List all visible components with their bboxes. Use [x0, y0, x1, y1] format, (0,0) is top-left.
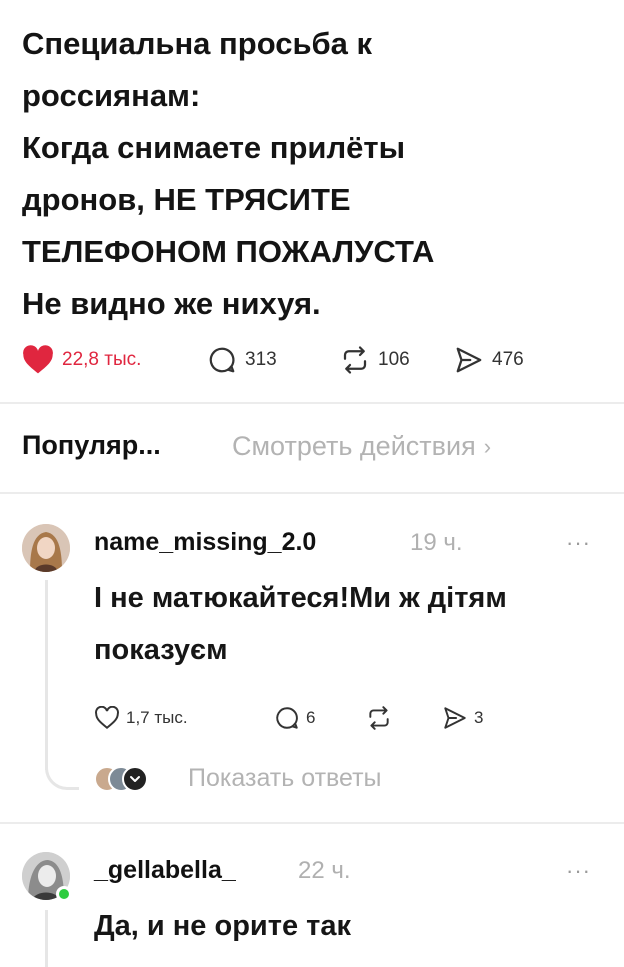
user-photo-icon [22, 524, 70, 572]
share-count: 3 [474, 708, 484, 727]
like-button[interactable]: 1,7 тыс. [94, 702, 188, 734]
more-options-icon[interactable]: ··· [566, 858, 591, 884]
post-line: Не видно же нихуя. [22, 286, 321, 321]
avatar[interactable] [22, 524, 70, 572]
post-actions: 22,8 тыс. 313 106 476 [22, 342, 612, 378]
comment-line: показуєм [94, 634, 228, 666]
show-replies-link[interactable]: Показать ответы [188, 764, 382, 793]
username[interactable]: _gellabella_ [94, 856, 236, 885]
divider [0, 822, 624, 824]
chevron-right-icon: › [483, 433, 492, 459]
comment-line: І не матюкайтеся!Ми ж дітям [94, 582, 507, 614]
send-icon [444, 707, 466, 729]
post-line: ТЕЛЕФОНОМ ПОЖАЛУСТА [22, 234, 435, 269]
thread-line [45, 910, 48, 967]
heart-outline-icon [95, 706, 119, 729]
repost-button[interactable]: 106 [340, 342, 410, 378]
share-count: 476 [492, 349, 524, 370]
like-count: 22,8 тыс. [62, 349, 142, 370]
comment-bubble-icon [209, 347, 235, 373]
comment-text: Да, и не орите так [94, 900, 351, 952]
sort-dropdown[interactable]: Популяр... [22, 430, 161, 461]
post-line: Когда снимаете прилёты [22, 130, 406, 165]
reply-avatars[interactable] [94, 766, 158, 794]
repost-icon [369, 706, 389, 730]
comment-button[interactable]: 313 [207, 342, 277, 378]
post-line: россиянам: [22, 78, 201, 113]
see-actions-link[interactable]: Смотреть действия › [232, 431, 491, 462]
reply-button[interactable]: 6 [274, 702, 315, 734]
repost-count: 106 [378, 349, 410, 370]
comment-line: Да, и не орите так [94, 910, 351, 942]
share-button[interactable]: 476 [454, 342, 524, 378]
share-button[interactable]: 3 [442, 702, 483, 734]
repost-button[interactable] [366, 702, 392, 734]
reply-count: 6 [306, 708, 316, 727]
post-text: Специальна просьба к россиянам: Когда сн… [22, 18, 612, 330]
more-options-icon[interactable]: ··· [566, 530, 591, 556]
repost-icon [343, 346, 367, 374]
online-status-dot [56, 886, 72, 902]
comment-bubble-icon [276, 707, 298, 729]
thread-line [45, 580, 48, 770]
comment-text: І не матюкайтеся!Ми ж дітям показуєм [94, 572, 507, 676]
timestamp: 22 ч. [298, 857, 351, 884]
username[interactable]: name_missing_2.0 [94, 528, 316, 557]
post-line: Специальна просьба к [22, 26, 373, 61]
post-line: дронов, НЕ ТРЯСИТЕ [22, 182, 351, 217]
heart-filled-icon [23, 345, 53, 374]
like-button[interactable]: 22,8 тыс. [22, 342, 141, 378]
divider [0, 402, 624, 404]
comment-count: 313 [245, 349, 277, 370]
timestamp: 19 ч. [410, 529, 463, 556]
chevron-down-icon [122, 766, 148, 792]
thread-curve [45, 760, 79, 790]
divider [0, 492, 624, 494]
like-count: 1,7 тыс. [126, 708, 188, 727]
comment-actions: 1,7 тыс. 6 3 [94, 702, 594, 734]
send-icon [456, 347, 482, 373]
see-actions-label: Смотреть действия [232, 431, 476, 461]
